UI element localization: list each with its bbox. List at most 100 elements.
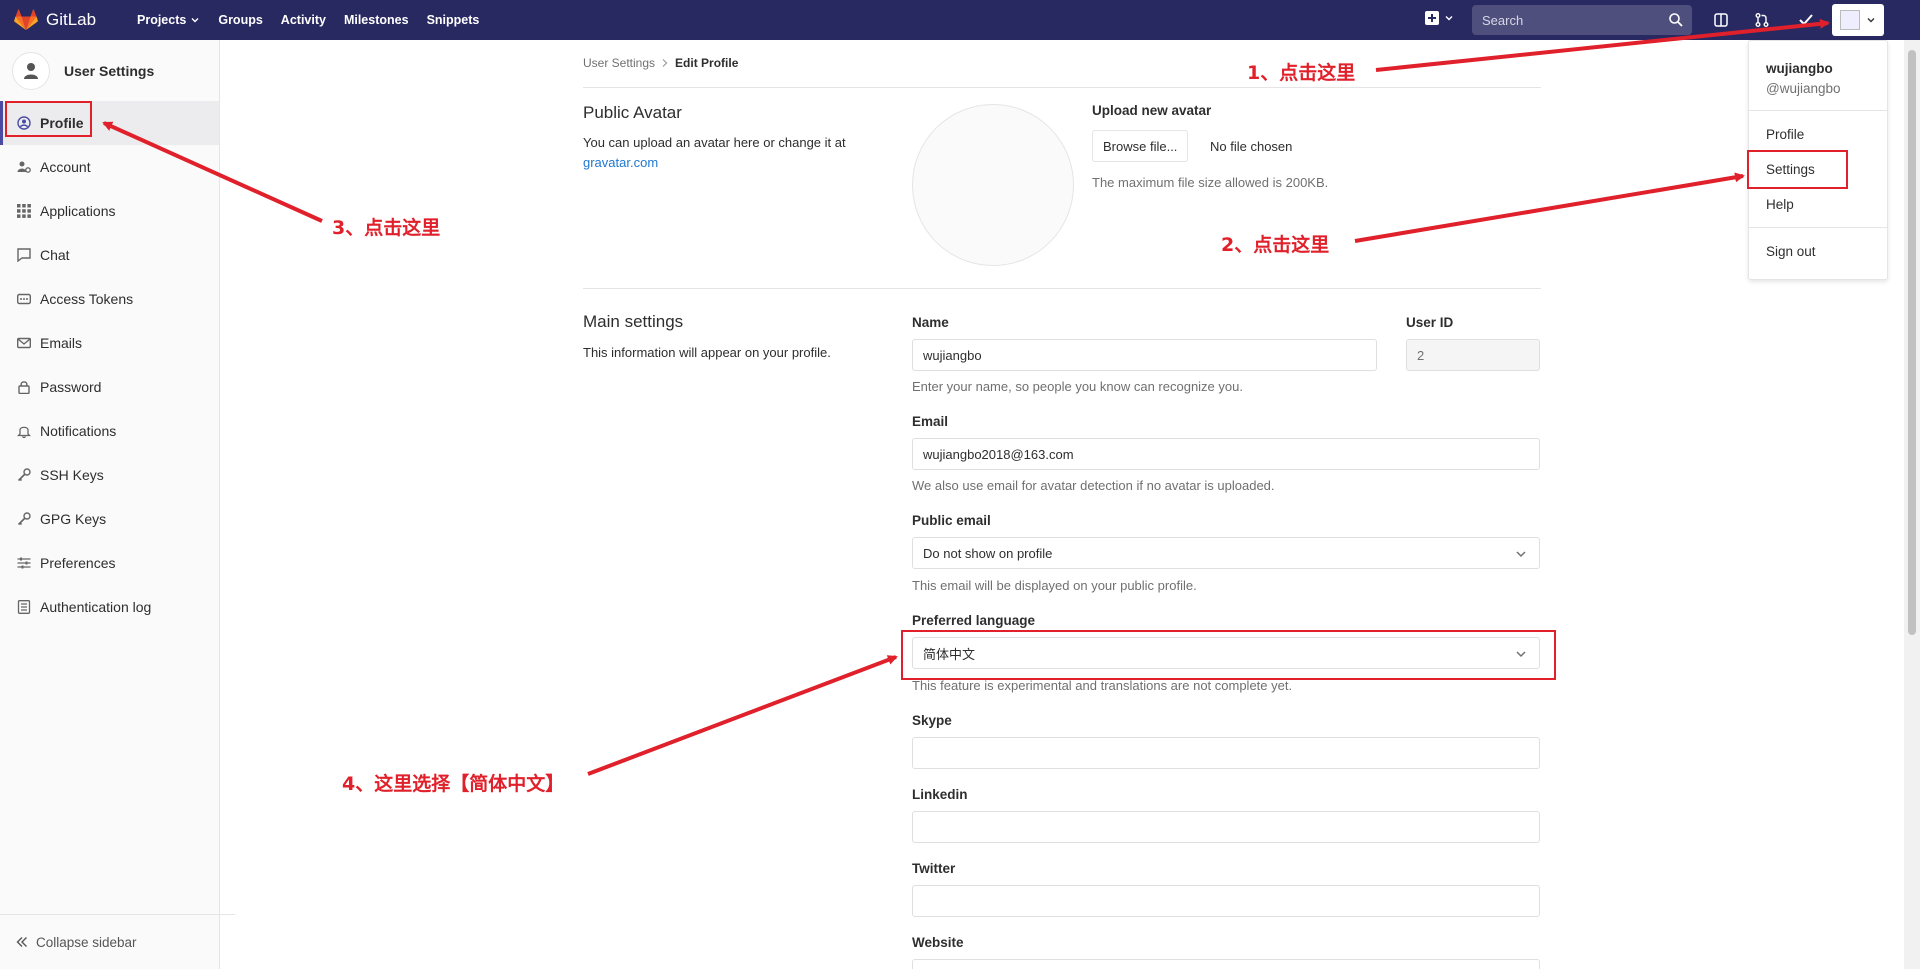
collapse-sidebar-label: Collapse sidebar (36, 934, 137, 950)
sidebar-item-label: Chat (40, 247, 70, 263)
todo-check-icon[interactable] (1796, 10, 1816, 30)
sidebar-item-preferences[interactable]: Preferences (0, 541, 219, 585)
browse-file-button[interactable]: Browse file... (1092, 130, 1189, 162)
sidebar-item-label: Password (40, 379, 102, 395)
brand-name: GitLab (46, 10, 97, 29)
merge-request-icon[interactable] (1752, 10, 1772, 30)
sidebar-item-notifications[interactable]: Notifications (0, 409, 219, 453)
breadcrumb: User Settings Edit Profile (583, 56, 738, 70)
sidebar-nav: Profile Account Applications Chat Access… (0, 101, 219, 629)
sidebar-item-label: Preferences (40, 555, 116, 571)
collapse-sidebar-button[interactable]: Collapse sidebar (0, 914, 235, 969)
sidebar-title: User Settings (64, 63, 155, 79)
sidebar-item-password[interactable]: Password (0, 365, 219, 409)
annotation-step1: 1、点击这里 (1247, 62, 1356, 84)
nav-projects[interactable]: Projects (137, 13, 200, 27)
sidebar-item-label: GPG Keys (40, 511, 107, 527)
chevron-down-icon (191, 18, 199, 23)
nav-activity[interactable]: Activity (281, 13, 326, 27)
annotation-box-profile (5, 101, 92, 137)
chat-icon (16, 248, 31, 263)
gitlab-fox-icon (14, 9, 38, 30)
key-icon (16, 468, 31, 483)
top-navbar: GitLab Projects Groups Activity Mileston… (0, 0, 1920, 40)
scrollbar-thumb[interactable] (1908, 50, 1916, 635)
nav-projects-label: Projects (137, 13, 187, 27)
public-email-label: Public email (912, 513, 991, 528)
dropdown-item-sign-out[interactable]: Sign out (1766, 244, 1816, 259)
main-settings-desc: This information will appear on your pro… (583, 345, 831, 360)
divider (1749, 110, 1887, 111)
annotation-step4: 4、这里选择【简体中文】 (342, 773, 565, 795)
search-icon[interactable] (1668, 12, 1684, 28)
divider (583, 288, 1541, 289)
chevron-down-icon (1516, 551, 1526, 558)
divider (583, 87, 1541, 88)
name-field[interactable]: wujiangbo (912, 339, 1377, 371)
sidebar-item-applications[interactable]: Applications (0, 189, 219, 233)
avatar (1840, 10, 1860, 30)
nav-links: Projects Groups Activity Milestones Snip… (137, 0, 497, 40)
twitter-label: Twitter (912, 861, 956, 876)
double-chevron-left-icon (16, 937, 27, 947)
breadcrumb-current: Edit Profile (675, 56, 739, 70)
new-item-button[interactable] (1424, 10, 1454, 26)
public-avatar-desc-text: You can upload an avatar here or change … (583, 135, 846, 150)
user-id-label: User ID (1406, 315, 1454, 330)
gitlab-logo[interactable]: GitLab (14, 8, 96, 32)
sidebar-item-authentication-log[interactable]: Authentication log (0, 585, 219, 629)
annotation-box-settings (1747, 150, 1848, 189)
sliders-icon (16, 556, 31, 571)
divider (1749, 227, 1887, 228)
name-help: Enter your name, so people you know can … (912, 379, 1243, 394)
user-avatar-button[interactable] (1832, 4, 1884, 36)
sidebar-item-account[interactable]: Account (0, 145, 219, 189)
sidebar-item-label: Access Tokens (40, 291, 134, 307)
linkedin-field[interactable] (912, 811, 1540, 843)
log-icon (16, 600, 31, 615)
sidebar-item-ssh-keys[interactable]: SSH Keys (0, 453, 219, 497)
linkedin-label: Linkedin (912, 787, 968, 802)
nav-snippets[interactable]: Snippets (427, 13, 480, 27)
breadcrumb-parent[interactable]: User Settings (583, 56, 655, 70)
issues-icon[interactable] (1711, 10, 1731, 30)
sidebar-item-label: SSH Keys (40, 467, 104, 483)
sidebar-item-emails[interactable]: Emails (0, 321, 219, 365)
sidebar-item-gpg-keys[interactable]: GPG Keys (0, 497, 219, 541)
bell-icon (16, 424, 31, 439)
chevron-right-icon (662, 59, 668, 67)
preferred-language-help: This feature is experimental and transla… (912, 678, 1293, 693)
annotation-step3: 3、点击这里 (332, 217, 441, 239)
twitter-field[interactable] (912, 885, 1540, 917)
plus-square-icon (1425, 11, 1439, 25)
key-icon (16, 512, 31, 527)
search-input[interactable] (1472, 11, 1668, 29)
token-icon (16, 292, 31, 307)
public-email-value: Do not show on profile (923, 545, 1053, 561)
dropdown-handle: @wujiangbo (1766, 81, 1841, 96)
applications-icon (16, 204, 31, 219)
sidebar-item-label: Account (40, 159, 91, 175)
sidebar-item-access-tokens[interactable]: Access Tokens (0, 277, 219, 321)
page-scrollbar[interactable] (1904, 40, 1920, 969)
skype-field[interactable] (912, 737, 1540, 769)
gravatar-link[interactable]: gravatar.com (583, 155, 658, 170)
user-id-field: 2 (1406, 339, 1540, 371)
email-field[interactable]: wujiangbo2018@163.com (912, 438, 1540, 470)
upload-avatar-label: Upload new avatar (1092, 103, 1212, 118)
name-label: Name (912, 315, 949, 330)
dropdown-item-profile[interactable]: Profile (1766, 127, 1804, 142)
dropdown-item-help[interactable]: Help (1766, 197, 1794, 212)
sidebar-item-label: Authentication log (40, 599, 152, 615)
public-email-select[interactable]: Do not show on profile (912, 537, 1540, 569)
sidebar-header: User Settings (12, 52, 154, 90)
nav-groups[interactable]: Groups (218, 13, 262, 27)
user-icon (24, 63, 38, 79)
chevron-down-icon (1867, 18, 1875, 23)
sidebar-item-label: Notifications (40, 423, 117, 439)
website-field[interactable] (912, 959, 1540, 969)
public-avatar-title: Public Avatar (583, 103, 682, 122)
sidebar-item-chat[interactable]: Chat (0, 233, 219, 277)
nav-milestones[interactable]: Milestones (344, 13, 409, 27)
annotation-step2: 2、点击这里 (1221, 234, 1330, 256)
